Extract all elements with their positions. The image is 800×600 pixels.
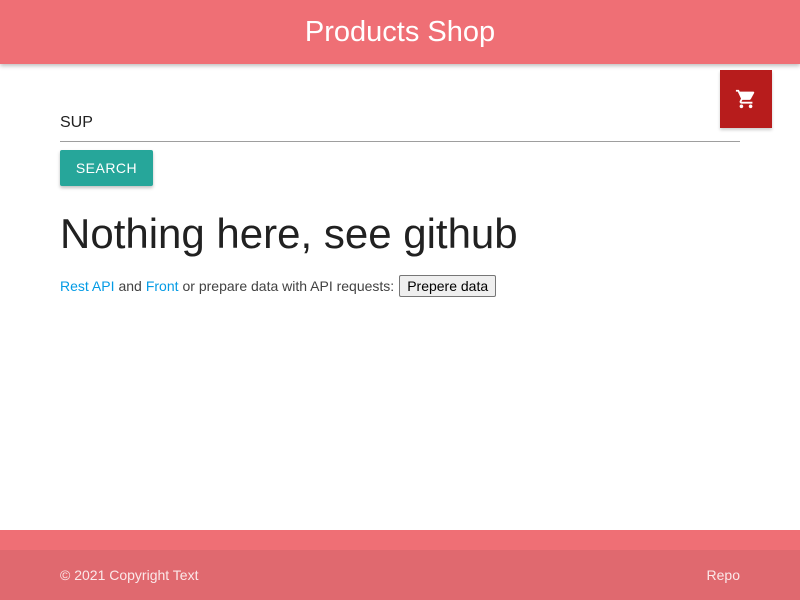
front-link[interactable]: Front <box>146 278 179 294</box>
page-heading: Nothing here, see github <box>60 210 518 257</box>
footer-copyright-bar: © 2021 Copyright Text Repo <box>0 550 800 600</box>
rest-api-link[interactable]: Rest API <box>60 278 114 294</box>
copyright-text: © 2021 Copyright Text <box>60 567 199 583</box>
repo-link[interactable]: Repo <box>707 567 740 583</box>
search-input[interactable] <box>60 104 740 142</box>
info-line: Rest API and Front or prepare data with … <box>60 275 497 297</box>
and-text: and <box>118 278 142 294</box>
prepare-text: or prepare data with API requests: <box>182 278 395 294</box>
cart-button[interactable] <box>720 70 772 128</box>
prepare-data-button[interactable]: Prepere data <box>399 275 497 297</box>
search-button[interactable]: SEARCH <box>60 150 153 186</box>
brand-logo[interactable]: Products Shop <box>305 16 495 49</box>
shopping-cart-icon <box>735 89 755 109</box>
footer: © 2021 Copyright Text Repo <box>0 530 800 600</box>
navbar: Products Shop <box>0 0 800 64</box>
